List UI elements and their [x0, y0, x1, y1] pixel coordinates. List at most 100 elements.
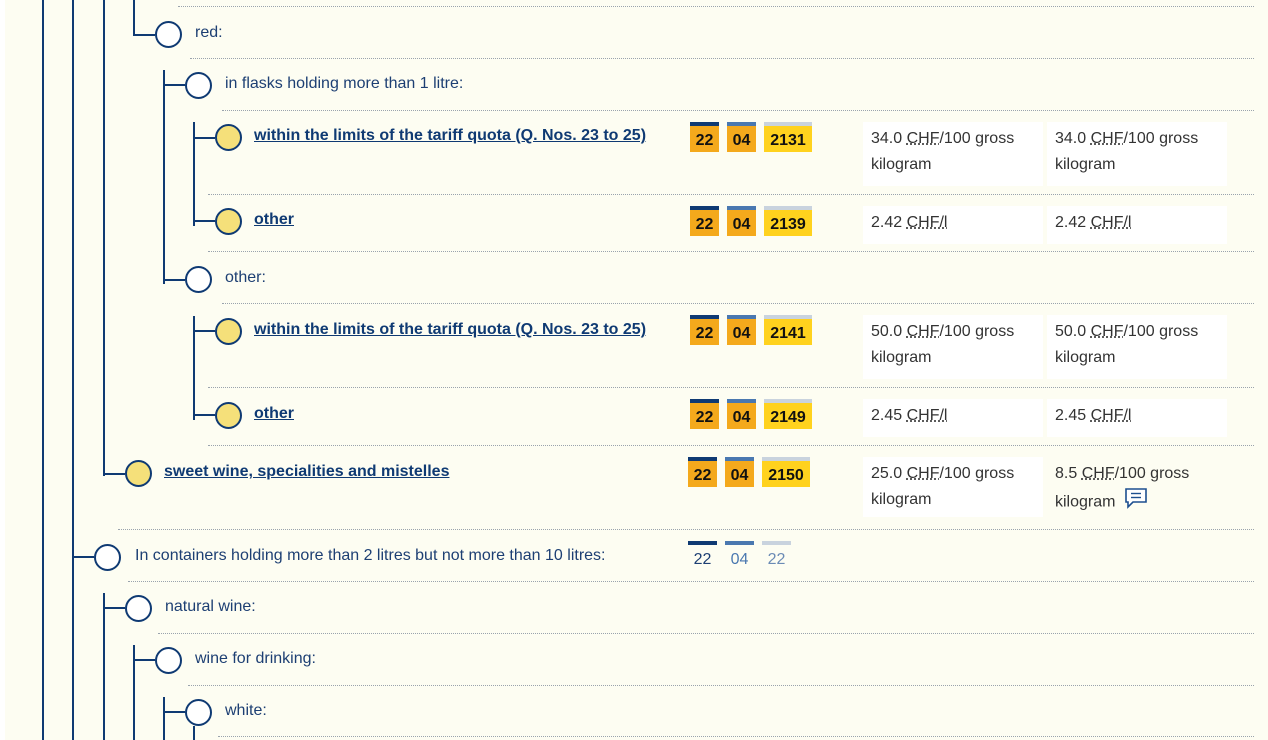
tree-node[interactable]: [125, 595, 152, 622]
tree-leaf-node[interactable]: [215, 318, 242, 345]
row-separator: [218, 736, 1254, 737]
rate-value: 2.45: [871, 407, 903, 424]
rate-unit: CHF: [906, 465, 940, 482]
row-separator: [208, 445, 1254, 446]
row-separator: [128, 581, 1254, 582]
code-heading: 04: [727, 315, 756, 345]
tree-leaf-node[interactable]: [125, 460, 152, 487]
tree-node[interactable]: [94, 544, 121, 571]
code-subheading: 2139: [764, 206, 812, 236]
tariff-code: 22 04 22: [688, 541, 791, 571]
rate-basis-unit: kilogram: [1055, 349, 1116, 366]
tree-connector: [133, 34, 155, 36]
rate-value: 34.0: [871, 130, 903, 147]
rate-unit: CHF: [1081, 465, 1115, 482]
tree-connector: [193, 220, 215, 222]
preferential-duty-rate: 50.0 CHF/100 gross kilogram: [1047, 315, 1227, 379]
tree-line: [163, 70, 165, 284]
tariff-link-other-2[interactable]: other: [254, 402, 654, 425]
row-separator: [208, 251, 1254, 252]
code-chapter: 22: [690, 206, 719, 236]
tree-leaf-node[interactable]: [215, 402, 242, 429]
row-separator: [222, 110, 1254, 111]
code-chapter: 22: [688, 541, 717, 571]
tree-connector: [103, 473, 125, 475]
tree-label-wine-for-drinking: wine for drinking:: [195, 650, 316, 667]
code-subheading: 22: [762, 541, 791, 571]
tree-connector: [163, 84, 185, 86]
tree-leaf-node[interactable]: [215, 124, 242, 151]
rate-basis: /100 gross: [1123, 130, 1199, 147]
code-heading: 04: [725, 541, 754, 571]
row-separator: [188, 685, 1254, 686]
tree-node[interactable]: [155, 21, 182, 48]
tree-line: [103, 0, 105, 476]
rate-basis: /100 gross: [939, 130, 1015, 147]
rate-basis: /100 gross: [939, 465, 1015, 482]
general-duty-rate: 34.0 CHF/100 gross kilogram: [863, 122, 1043, 186]
tree-line: [42, 0, 44, 740]
rate-value: 2.42: [1055, 214, 1087, 231]
rate-unit: CHF: [906, 323, 940, 340]
rate-unit: CHF/l: [906, 407, 948, 424]
rate-value: 8.5: [1055, 465, 1078, 482]
tariff-link-sweet-wine[interactable]: sweet wine, specialities and mistelles: [164, 460, 564, 483]
code-heading: 04: [725, 457, 754, 487]
preferential-duty-rate: 2.45 CHF/l: [1047, 399, 1227, 437]
tree-line: [193, 726, 195, 740]
code-chapter: 22: [688, 457, 717, 487]
code-subheading: 2150: [762, 457, 810, 487]
preferential-duty-rate: 8.5 CHF/100 gross kilogram: [1047, 457, 1227, 517]
tree-node[interactable]: [185, 266, 212, 293]
rate-unit: CHF: [906, 130, 940, 147]
tariff-link-quota-2[interactable]: within the limits of the tariff quota (Q…: [254, 318, 654, 341]
tree-label-natural-wine: natural wine:: [165, 598, 256, 615]
tariff-code: 22 04 2131: [690, 122, 812, 152]
rate-basis: /100 gross: [939, 323, 1015, 340]
row-separator: [158, 633, 1254, 634]
code-chapter: 22: [690, 315, 719, 345]
code-heading: 04: [727, 399, 756, 429]
tariff-link-quota-1[interactable]: within the limits of the tariff quota (Q…: [254, 124, 654, 147]
code-chapter: 22: [690, 122, 719, 152]
rate-unit: CHF: [1090, 323, 1124, 340]
preferential-duty-rate: 34.0 CHF/100 gross kilogram: [1047, 122, 1227, 186]
rate-basis-unit: kilogram: [871, 156, 932, 173]
tree-node[interactable]: [185, 699, 212, 726]
tree-node[interactable]: [185, 72, 212, 99]
tree-label-white: white:: [225, 702, 267, 719]
comment-icon[interactable]: [1124, 487, 1148, 518]
rate-unit: CHF/l: [906, 214, 948, 231]
tree-line: [103, 593, 105, 740]
general-duty-rate: 2.45 CHF/l: [863, 399, 1043, 437]
tree-leaf-node[interactable]: [215, 208, 242, 235]
preferential-duty-rate: 2.42 CHF/l: [1047, 206, 1227, 244]
rate-basis-unit: kilogram: [1055, 493, 1116, 511]
tree-line: [72, 0, 74, 740]
code-heading: 04: [727, 206, 756, 236]
code-subheading: 2141: [764, 315, 812, 345]
tree-label-other-group: other:: [225, 269, 266, 286]
code-chapter: 22: [690, 399, 719, 429]
tariff-code: 22 04 2150: [688, 457, 810, 487]
left-gutter: [0, 0, 5, 740]
tree-connector: [163, 279, 185, 281]
rate-value: 34.0: [1055, 130, 1087, 147]
row-separator: [190, 58, 1254, 59]
rate-basis-unit: kilogram: [1055, 156, 1116, 173]
tariff-tree-page: red: in flasks holding more than 1 litre…: [0, 0, 1268, 740]
tree-node[interactable]: [155, 647, 182, 674]
tariff-code: 22 04 2141: [690, 315, 812, 345]
tree-connector: [163, 711, 185, 713]
row-separator: [208, 194, 1254, 195]
tree-connector: [193, 330, 215, 332]
code-subheading: 2149: [764, 399, 812, 429]
row-separator: [208, 387, 1254, 388]
general-duty-rate: 50.0 CHF/100 gross kilogram: [863, 315, 1043, 379]
tariff-link-other-1[interactable]: other: [254, 208, 654, 231]
rate-value: 2.45: [1055, 407, 1087, 424]
rate-value: 50.0: [871, 323, 903, 340]
tree-connector: [103, 607, 125, 609]
rate-unit: CHF: [1090, 130, 1124, 147]
row-separator: [222, 303, 1254, 304]
